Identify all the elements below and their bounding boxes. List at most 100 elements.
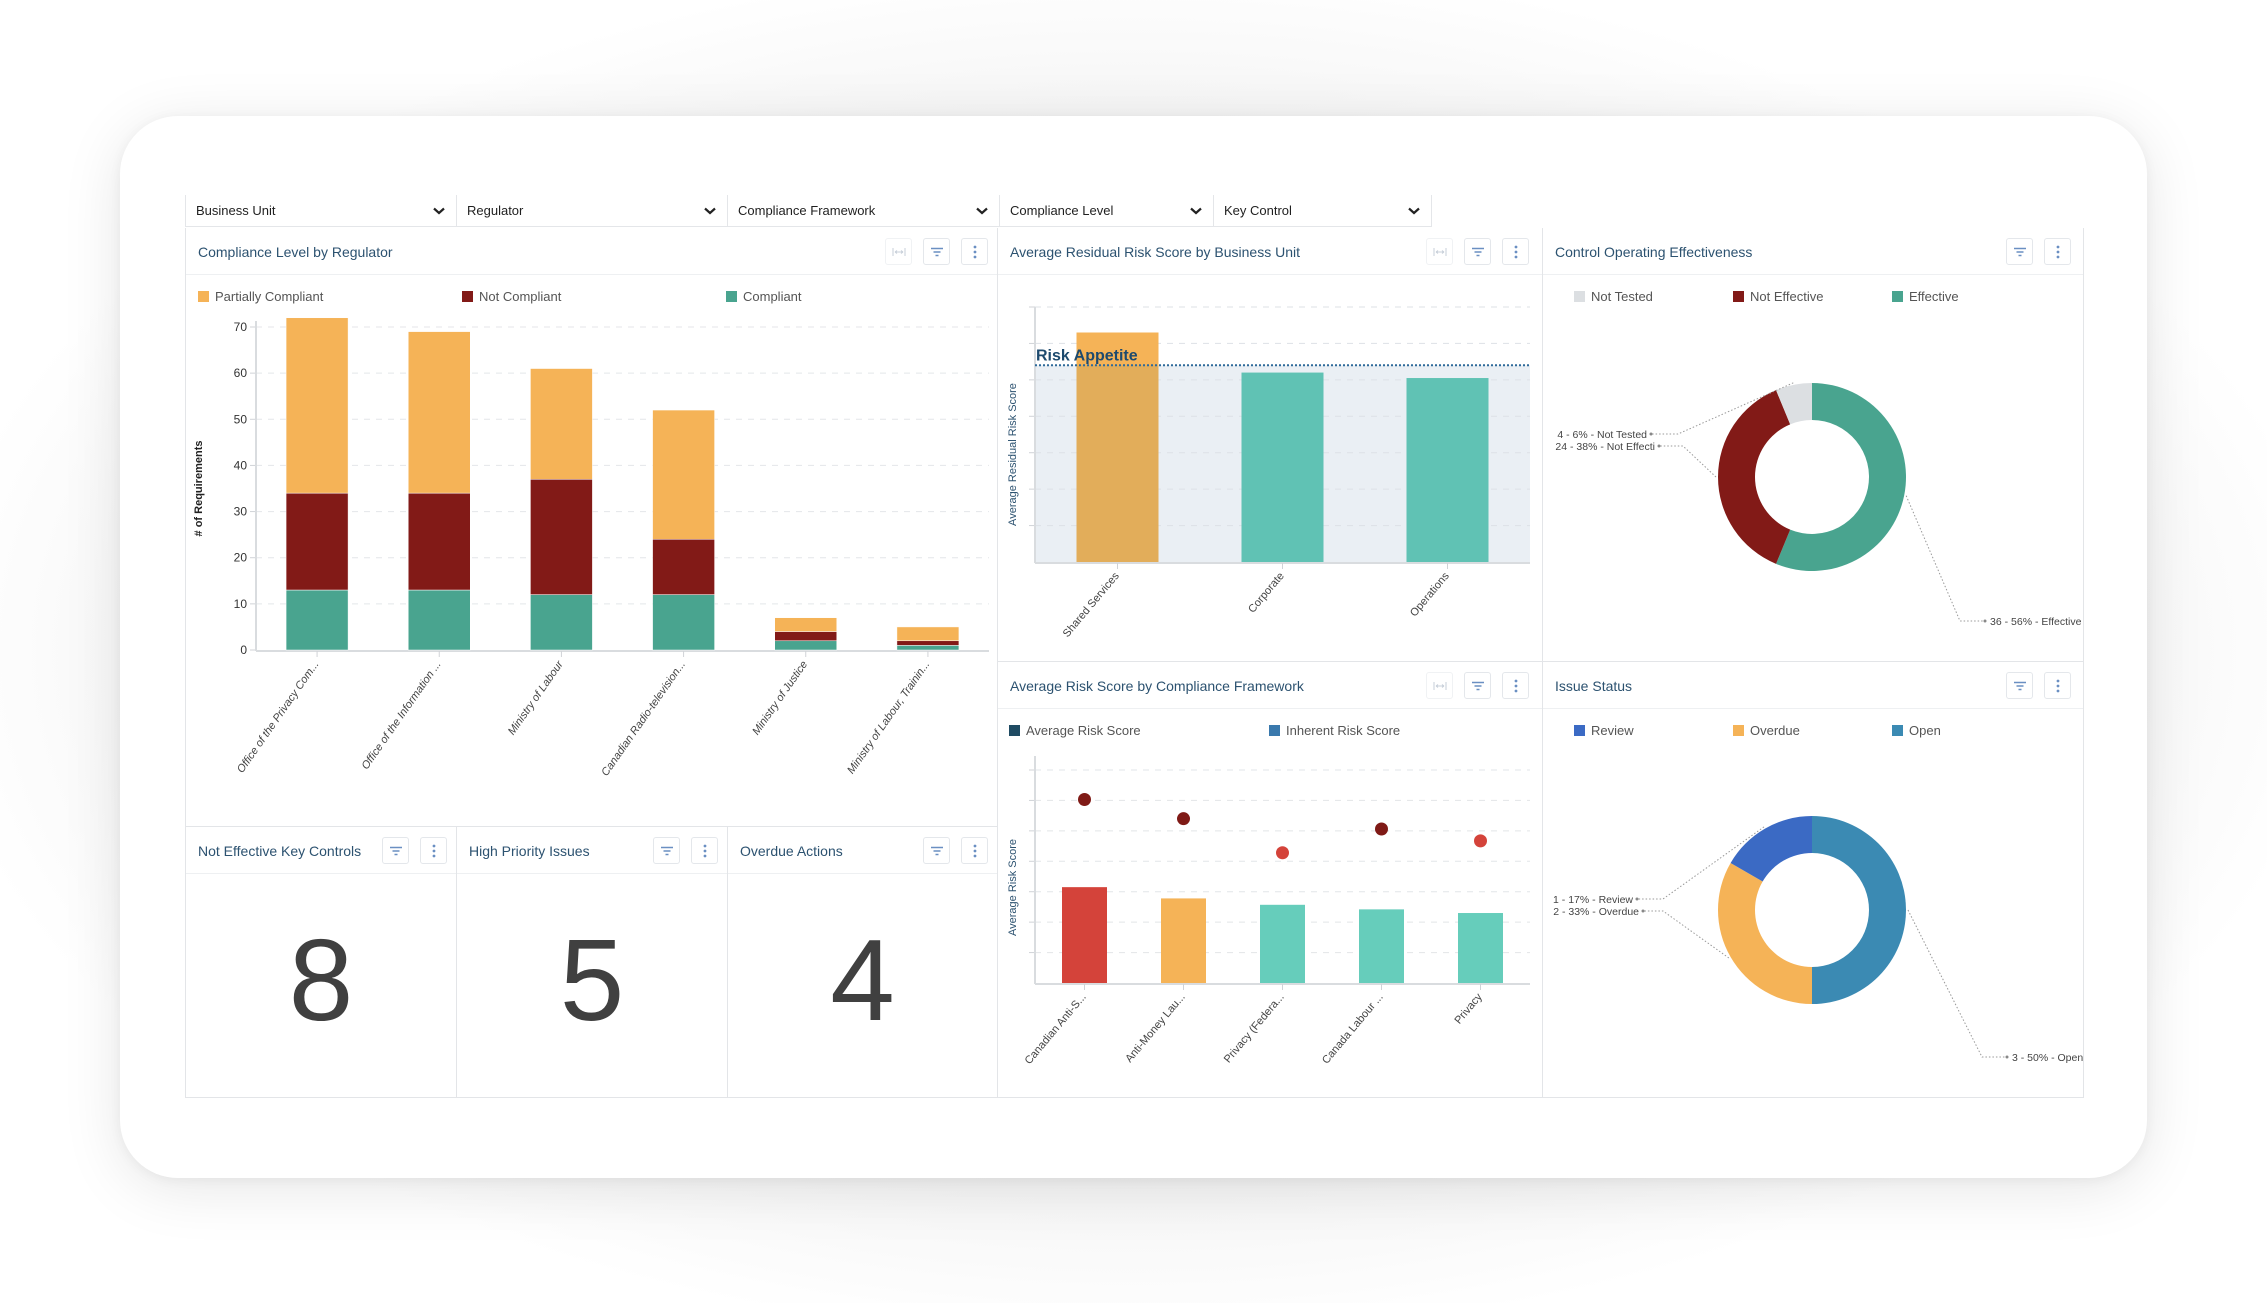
donut-slice-open bbox=[1812, 816, 1906, 1004]
filter-compliance-level[interactable]: Compliance Level bbox=[1000, 195, 1214, 227]
bar-segment-not-compliant bbox=[896, 640, 960, 646]
kpi-not-effective-key-controls[interactable]: Not Effective Key Controls 8 bbox=[185, 827, 457, 1098]
x-tick-label: Anti-Money Lau... bbox=[1123, 991, 1188, 1065]
bar-segment-compliant bbox=[896, 645, 960, 651]
widget-risk-by-framework: Average Risk Score by Compliance Framewo… bbox=[998, 662, 1543, 1098]
leader-dot bbox=[1649, 432, 1653, 436]
control-effectiveness-donut: 36 - 56% - Effective 24 - 38% - Not Effec… bbox=[1555, 382, 2082, 628]
kpi-value: 8 bbox=[288, 915, 354, 1045]
x-tick-label: Privacy (Federa... bbox=[1222, 991, 1287, 1065]
x-tick-label: Corporate bbox=[1246, 570, 1287, 615]
bar-segment-compliant bbox=[530, 594, 593, 651]
chevron-down-icon bbox=[704, 207, 716, 214]
widget-title: High Priority Issues bbox=[469, 843, 590, 859]
bar-segment-partially-compliant bbox=[530, 368, 593, 480]
y-tick-label: 0 bbox=[240, 643, 247, 657]
y-tick-label: 40 bbox=[234, 458, 248, 472]
chevron-down-icon bbox=[976, 207, 988, 214]
y-tick-label: 10 bbox=[234, 597, 248, 611]
widget-residual-risk: Average Residual Risk Score by Business … bbox=[998, 228, 1543, 662]
compliance-bar-chart: 0 10 20 30 40 50 60 70 # of Requirements Office o… bbox=[193, 317, 989, 779]
y-axis-label: Average Residual Risk Score bbox=[1007, 383, 1019, 526]
bar-segment-partially-compliant bbox=[896, 626, 960, 642]
more-button[interactable] bbox=[961, 837, 988, 864]
issue-status-donut: 3 - 50% - Open 2 - 33% - Overdue1 - 17% -… bbox=[1553, 816, 2083, 1064]
bar-segment-compliant bbox=[652, 594, 715, 651]
filter-button[interactable] bbox=[653, 837, 680, 864]
filter-label: Business Unit bbox=[196, 203, 276, 218]
y-axis-label: # of Requirements bbox=[193, 441, 205, 537]
filter-compliance-framework[interactable]: Compliance Framework bbox=[728, 195, 1000, 227]
more-button[interactable] bbox=[420, 837, 447, 864]
slice-label: 4 - 6% - Not Tested bbox=[1557, 429, 1647, 441]
point-inherent-risk bbox=[1177, 812, 1190, 826]
slice-label: 24 - 38% - Not Effecti bbox=[1555, 441, 1655, 453]
chevron-down-icon bbox=[1190, 207, 1202, 214]
y-tick-label: 60 bbox=[234, 366, 248, 380]
filter-icon bbox=[660, 846, 673, 855]
bar bbox=[1406, 378, 1489, 562]
residual-risk-bar-chart: Average Residual Risk Score Shared Servic… bbox=[1007, 306, 1530, 640]
bar-average-risk bbox=[1458, 913, 1503, 983]
x-tick-label: Canadian Radio-television... bbox=[599, 659, 688, 779]
widget-title: Not Effective Key Controls bbox=[198, 843, 362, 859]
bar bbox=[1241, 372, 1324, 562]
point-inherent-risk bbox=[1276, 846, 1289, 860]
point-inherent-risk bbox=[1375, 822, 1388, 836]
filter-label: Compliance Level bbox=[1010, 203, 1114, 218]
more-vertical-icon bbox=[973, 844, 976, 857]
filter-button[interactable] bbox=[923, 837, 950, 864]
filter-regulator[interactable]: Regulator bbox=[457, 195, 728, 227]
filter-button[interactable] bbox=[382, 837, 409, 864]
bar-segment-partially-compliant bbox=[774, 617, 837, 632]
filter-key-control[interactable]: Key Control bbox=[1214, 195, 1432, 227]
x-tick-label: Office of the Privacy Com... bbox=[235, 659, 322, 776]
x-tick-label: Ministry of Labour bbox=[506, 658, 567, 738]
bar-segment-not-compliant bbox=[285, 492, 349, 591]
filter-label: Key Control bbox=[1224, 203, 1292, 218]
bar-segment-compliant bbox=[408, 589, 471, 651]
widget-title: Overdue Actions bbox=[740, 843, 843, 859]
y-tick-label: 30 bbox=[234, 505, 248, 519]
slice-label: 36 - 56% - Effective bbox=[1990, 616, 2082, 628]
x-tick-label: Canadian Anti-S... bbox=[1023, 991, 1089, 1067]
bar-average-risk bbox=[1062, 887, 1107, 983]
y-tick-label: 70 bbox=[234, 320, 248, 334]
leader-line bbox=[1905, 495, 1984, 622]
y-tick-label: 20 bbox=[234, 551, 248, 565]
x-tick-label: Ministry of Justice bbox=[750, 659, 810, 737]
filter-business-unit[interactable]: Business Unit bbox=[185, 195, 457, 227]
donut-slice-overdue bbox=[1718, 863, 1812, 1004]
leader-line bbox=[1907, 909, 2006, 1058]
x-tick-label: Office of the Information ... bbox=[360, 659, 444, 772]
widget-header: High Priority Issues bbox=[457, 827, 727, 874]
widget-header: Overdue Actions bbox=[728, 827, 997, 874]
filter-label: Regulator bbox=[467, 203, 524, 218]
kpi-high-priority-issues[interactable]: High Priority Issues 5 bbox=[457, 827, 728, 1098]
more-vertical-icon bbox=[703, 844, 706, 857]
bar-average-risk bbox=[1161, 898, 1206, 983]
y-axis-label: Average Risk Score bbox=[1007, 839, 1019, 936]
x-tick-label: Ministry of Labour, Trainin... bbox=[845, 659, 932, 776]
leader-line bbox=[1659, 445, 1717, 478]
more-button[interactable] bbox=[691, 837, 718, 864]
filter-label: Compliance Framework bbox=[738, 203, 876, 218]
bar-segment-not-compliant bbox=[774, 631, 837, 642]
y-tick-label: 50 bbox=[234, 412, 248, 426]
kpi-overdue-actions[interactable]: Overdue Actions 4 bbox=[728, 827, 998, 1098]
filter-icon bbox=[930, 846, 943, 855]
leader-dot bbox=[2005, 1055, 2009, 1059]
point-inherent-risk bbox=[1078, 793, 1091, 807]
slice-label: 1 - 17% - Review bbox=[1553, 894, 1633, 906]
x-tick-label: Operations bbox=[1408, 570, 1452, 619]
point-inherent-risk bbox=[1474, 834, 1487, 848]
filter-icon bbox=[389, 846, 402, 855]
more-vertical-icon bbox=[432, 844, 435, 857]
x-tick-label: Canada Labour ... bbox=[1320, 991, 1386, 1066]
bar-segment-partially-compliant bbox=[652, 409, 715, 540]
bar-segment-partially-compliant bbox=[285, 317, 349, 494]
chevron-down-icon bbox=[1408, 207, 1420, 214]
slice-label: 2 - 33% - Overdue bbox=[1553, 906, 1639, 918]
bar bbox=[1076, 332, 1159, 562]
widget-control-effectiveness: Control Operating Effectiveness Not Test… bbox=[1543, 228, 2084, 662]
